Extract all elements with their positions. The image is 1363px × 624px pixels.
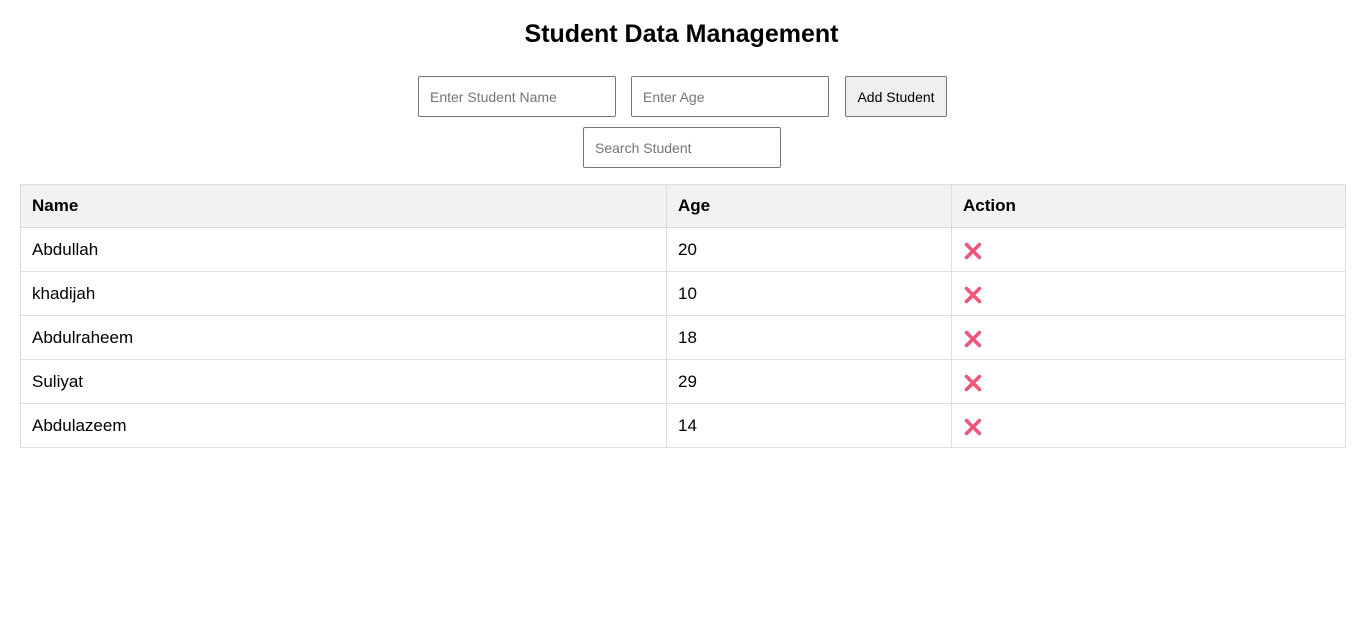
table-row: Abdulraheem 18 [20,315,1346,360]
student-age-input[interactable] [631,76,829,117]
add-student-button[interactable]: Add Student [845,76,947,117]
student-name-cell: Abdullah [20,227,667,272]
student-age-cell: 29 [666,359,952,404]
add-student-form: Add Student [0,76,1363,117]
student-age-cell: 20 [666,227,952,272]
cross-mark-icon [964,330,982,348]
delete-student-button[interactable] [963,373,983,393]
student-name-cell: Abdulazeem [20,403,667,448]
student-name-cell: Suliyat [20,359,667,404]
page: Student Data Management Add Student Name… [0,0,1363,624]
table-row: Abdullah 20 [20,227,1346,272]
table-row: Abdulazeem 14 [20,403,1346,448]
column-header-name: Name [20,184,667,228]
student-name-cell: khadijah [20,271,667,316]
delete-student-button[interactable] [963,241,983,261]
action-cell [951,403,1346,448]
page-title: Student Data Management [524,20,839,48]
action-cell [951,315,1346,360]
delete-student-button[interactable] [963,329,983,349]
column-header-action: Action [951,184,1346,228]
table-body: Abdullah 20 khadijah 10 Abdulraheem 18 Suliyat… [20,227,1346,448]
cross-mark-icon [964,242,982,260]
delete-student-button[interactable] [963,417,983,437]
search-student-input[interactable] [583,127,781,168]
student-age-cell: 10 [666,271,952,316]
action-cell [951,227,1346,272]
cross-mark-icon [964,286,982,304]
column-header-age: Age [666,184,952,228]
action-cell [951,271,1346,316]
action-cell [951,359,1346,404]
cross-mark-icon [964,374,982,392]
students-table: Name Age Action Abdullah 20 khadijah 10 Abdu… [20,184,1346,448]
delete-student-button[interactable] [963,285,983,305]
student-name-input[interactable] [418,76,616,117]
table-row: Suliyat 29 [20,359,1346,404]
table-row: khadijah 10 [20,271,1346,316]
table-header-row: Name Age Action [20,184,1346,228]
cross-mark-icon [964,418,982,436]
student-name-cell: Abdulraheem [20,315,667,360]
student-age-cell: 14 [666,403,952,448]
student-age-cell: 18 [666,315,952,360]
